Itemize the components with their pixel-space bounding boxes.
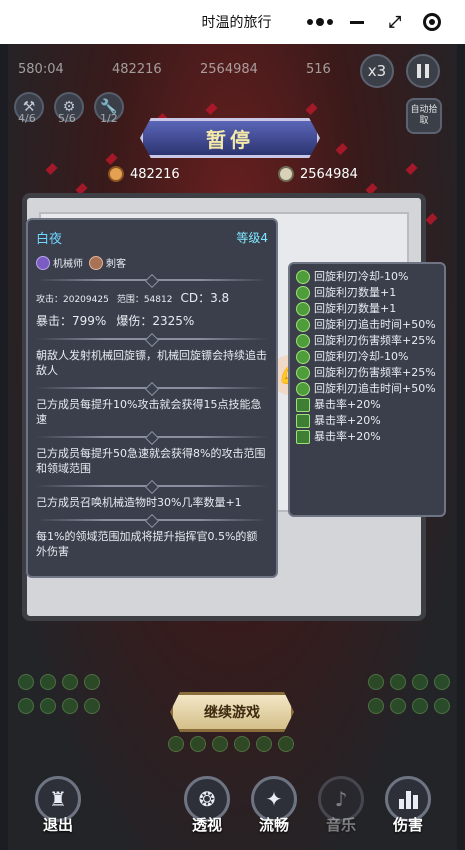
bonus-list: 回旋利刃冷却-10% 回旋利刃数量+1 回旋利刃数量+1 回旋利刃追击时间+50… — [288, 262, 446, 517]
skull-icon — [278, 166, 294, 182]
pause-kills: 2564984 — [278, 166, 358, 182]
character-level: 等级4 — [236, 231, 268, 245]
pause-kills-value: 2564984 — [300, 166, 358, 182]
skill-desc: 己方成员每提升10%攻击就会获得15点技能急速 — [36, 398, 262, 426]
cd-stat: CD：3.8 — [180, 291, 230, 305]
hud-kills: 2564984 — [200, 62, 258, 77]
screen: 时温的旅行 ⤢ 580:04 482216 2564984 516 ⚒ 4/6 … — [0, 0, 465, 850]
boomerang-icon — [296, 382, 310, 396]
boomerang-icon — [296, 318, 310, 332]
list-item: 暴击率+20% — [296, 398, 438, 412]
damage-label: 伤害 — [392, 816, 423, 834]
boomerang-icon — [296, 270, 310, 284]
skill-count: 5/6 — [58, 112, 76, 125]
pause-gold-value: 482216 — [130, 166, 180, 182]
exit-label: 退出 — [42, 816, 73, 834]
smooth-label: 流畅 — [258, 816, 289, 834]
tag-mechanic: 机械师 — [36, 255, 83, 270]
list-item: 暴击率+20% — [296, 414, 438, 428]
character-name: 白夜 — [36, 232, 63, 247]
smooth-button[interactable]: ✦ 流畅 — [246, 776, 302, 835]
list-item: 回旋利刃追击时间+50% — [296, 382, 438, 396]
auto-pickup-button[interactable]: 自动拾取 — [406, 98, 442, 134]
window-titlebar: 时温的旅行 ⤢ — [0, 0, 465, 44]
list-item: 回旋利刃追击时间+50% — [296, 318, 438, 332]
exit-button[interactable]: ♜ 退出 — [30, 776, 86, 835]
list-item: 回旋利刃冷却-10% — [296, 270, 438, 284]
skill-count: 1/2 — [100, 112, 118, 125]
restore-icon[interactable]: ⤢ — [381, 8, 409, 36]
crit-icon — [296, 414, 310, 428]
close-target-icon[interactable] — [418, 8, 446, 36]
damage-button[interactable]: 伤害 — [380, 776, 436, 835]
crit-damage: 爆伤：2325% — [116, 314, 195, 328]
skill-desc: 己方成员召唤机械造物时30%几率数量+1 — [36, 496, 242, 509]
character-card: 白夜 等级4 机械师 刺客 攻击：20209425 范围：54812 CD：3.… — [26, 218, 278, 578]
coin-icon — [108, 166, 124, 182]
skill-desc: 每1%的领域范围加成将提升指挥官0.5%的额外伤害 — [36, 530, 258, 558]
boomerang-icon — [296, 350, 310, 364]
boomerang-icon — [296, 366, 310, 380]
window-title: 时温的旅行 — [201, 15, 272, 31]
boomerang-icon — [296, 286, 310, 300]
continue-button[interactable]: 继续游戏 — [170, 692, 294, 732]
list-item: 回旋利刃数量+1 — [296, 286, 438, 300]
mechanic-icon — [36, 255, 50, 270]
music-button[interactable]: ♪ 音乐 — [313, 776, 369, 835]
hud-wave: 516 — [306, 62, 331, 77]
boomerang-icon — [296, 334, 310, 348]
crit-rate: 暴击：799% — [36, 314, 107, 328]
skill-desc: 朝敌人发射机械回旋镖，机械回旋镖会持续追击敌人 — [36, 349, 267, 377]
music-label: 音乐 — [325, 816, 356, 834]
list-item: 回旋利刃冷却-10% — [296, 350, 438, 364]
list-item: 暴击率+20% — [296, 430, 438, 444]
crit-icon — [296, 398, 310, 412]
skill-count: 4/6 — [18, 112, 36, 125]
range-stat: 范围：54812 — [116, 295, 173, 305]
skill-desc: 己方成员每提升50急速就会获得8%的攻击范围和领域范围 — [36, 447, 266, 475]
capsule-menu: ⤢ — [301, 6, 451, 38]
boomerang-icon — [296, 302, 310, 316]
pause-title: 暂停 — [206, 127, 254, 152]
speed-button[interactable]: x3 — [360, 54, 394, 88]
reveal-button[interactable]: ❂ 透视 — [179, 776, 235, 835]
more-icon[interactable] — [306, 8, 334, 36]
pause-banner: 暂停 — [140, 118, 320, 158]
list-item: 回旋利刃伤害频率+25% — [296, 334, 438, 348]
hud-gold: 482216 — [112, 62, 162, 77]
crit-icon — [296, 430, 310, 444]
reveal-label: 透视 — [191, 816, 222, 834]
list-item: 回旋利刃伤害频率+25% — [296, 366, 438, 380]
timer: 580:04 — [18, 62, 64, 77]
pause-gold: 482216 — [108, 166, 180, 182]
minimize-icon[interactable] — [343, 8, 371, 36]
list-item: 回旋利刃数量+1 — [296, 302, 438, 316]
tag-assassin: 刺客 — [89, 255, 126, 270]
pause-button[interactable] — [406, 54, 440, 88]
attack-stat: 攻击：20209425 — [36, 295, 109, 305]
continue-label: 继续游戏 — [204, 705, 260, 721]
assassin-icon — [89, 255, 103, 270]
